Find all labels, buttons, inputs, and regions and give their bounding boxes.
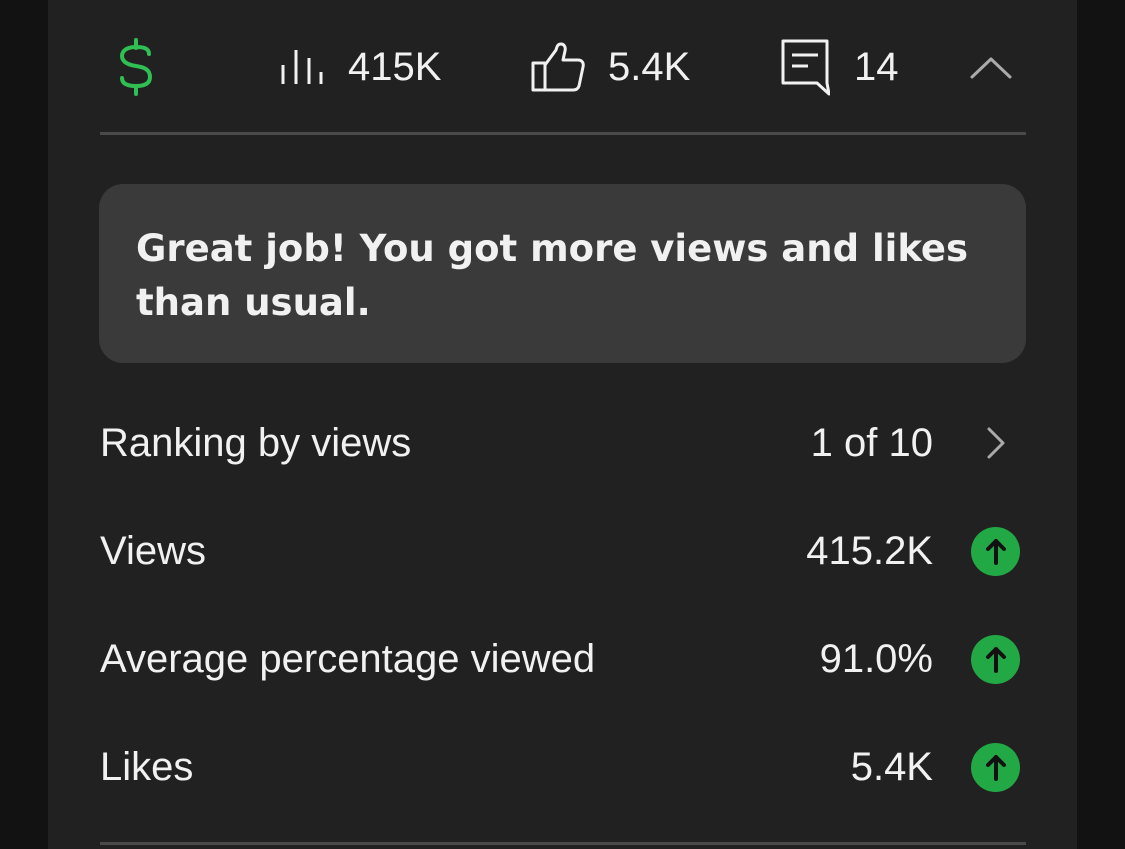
likes-stat[interactable]: 5.4K (530, 0, 690, 134)
chevron-right-icon[interactable] (971, 426, 1020, 460)
performance-banner: Great job! You got more views and likes … (99, 184, 1026, 363)
likes-count: 5.4K (608, 44, 691, 89)
collapse-button[interactable] (970, 0, 1012, 134)
divider (100, 842, 1026, 845)
dollar-icon (116, 38, 156, 96)
arrow-up-icon (971, 526, 1020, 576)
views-row: Views 415.2K (100, 516, 1026, 586)
views-count: 415K (348, 44, 442, 89)
metric-value: 1 of 10 (810, 420, 933, 465)
ranking-row[interactable]: Ranking by views 1 of 10 (100, 408, 1026, 478)
metric-value: 415.2K (806, 528, 933, 573)
avg-percentage-row: Average percentage viewed 91.0% (100, 624, 1026, 694)
metric-value: 91.0% (819, 636, 933, 681)
metric-label: Average percentage viewed (100, 636, 596, 681)
metric-label: Likes (100, 744, 194, 789)
comments-count: 14 (854, 44, 899, 89)
metric-value: 5.4K (850, 744, 933, 789)
metric-label: Views (100, 528, 206, 573)
banner-message: Great job! You got more views and likes … (136, 227, 969, 324)
metric-label: Ranking by views (100, 420, 412, 465)
arrow-up-icon (971, 634, 1020, 684)
comment-icon (780, 38, 830, 96)
likes-row: Likes 5.4K (100, 732, 1026, 802)
bar-chart-icon (280, 47, 324, 87)
views-stat[interactable]: 415K (280, 0, 441, 134)
summary-stats-row: 415K 5.4K 14 (100, 0, 1026, 134)
arrow-up-icon (971, 742, 1020, 792)
revenue-stat[interactable] (116, 0, 156, 134)
comments-stat[interactable]: 14 (780, 0, 899, 134)
thumbs-up-icon (530, 41, 586, 93)
chevron-up-icon (970, 55, 1012, 79)
divider (100, 132, 1026, 135)
video-stats-panel: 415K 5.4K 14 Great job! You got more vie… (48, 0, 1077, 849)
